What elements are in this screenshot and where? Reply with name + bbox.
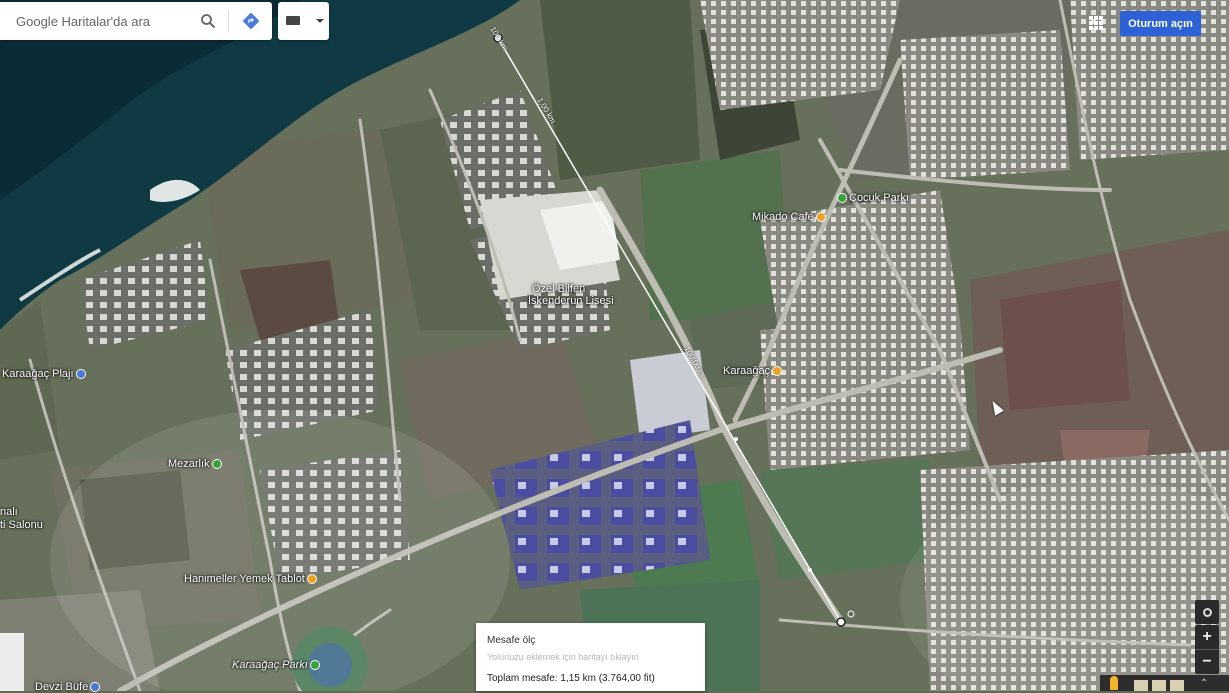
place-cocuk-parki[interactable]: Çocuk Parkı xyxy=(835,192,909,204)
side-panel-edge[interactable] xyxy=(0,633,24,691)
measure-distance-panel: Mesafe ölç Yolunuzu eklemek için haritay… xyxy=(476,623,705,691)
restaurant-icon xyxy=(306,574,317,585)
search-icon[interactable] xyxy=(200,13,216,29)
imagery-thumbnail[interactable] xyxy=(1134,680,1148,691)
measure-hint: Yolunuzu eklemek için haritayı tıklayın xyxy=(487,652,639,662)
place-karaagac-plaji[interactable]: Karaağaç Plajı xyxy=(2,368,88,380)
expand-icon[interactable]: ⌃ xyxy=(1200,678,1208,689)
apps-grid-icon[interactable] xyxy=(1089,16,1103,30)
directions-icon[interactable] xyxy=(242,12,260,30)
place-salonu[interactable]: nalı ti Salonu xyxy=(0,506,43,532)
location-icon xyxy=(1202,607,1212,617)
place-devzi-bufe[interactable]: Devzi Büfe xyxy=(35,681,102,693)
measure-total-distance: Toplam mesafe: 1,15 km (3.764,00 fit) xyxy=(487,673,655,684)
park-icon xyxy=(309,660,320,671)
place-mezarlik[interactable]: Mezarlık xyxy=(168,458,224,470)
search-input[interactable] xyxy=(14,12,188,30)
search-divider xyxy=(228,10,229,32)
keyboard-button[interactable] xyxy=(278,2,329,40)
satellite-map[interactable] xyxy=(0,0,1229,691)
beach-icon xyxy=(75,369,86,380)
measure-title: Mesafe ölç xyxy=(487,635,536,646)
search-box xyxy=(0,2,272,40)
keyboard-icon xyxy=(286,16,300,25)
place-ozel-bilfen[interactable]: Özel Bilfen İskenderun Lisesi xyxy=(528,283,614,307)
pegman-icon[interactable] xyxy=(1110,676,1118,690)
measure-mid-point[interactable] xyxy=(734,437,738,441)
chevron-down-icon[interactable] xyxy=(316,19,324,23)
imagery-thumbnail[interactable] xyxy=(1170,680,1184,691)
place-hanimeller[interactable]: Hanimeller Yemek Tablot xyxy=(184,573,319,585)
zoom-in-button[interactable]: + xyxy=(1195,625,1219,650)
my-location-button[interactable] xyxy=(1195,600,1219,624)
cemetery-icon xyxy=(211,459,222,470)
restaurant-icon xyxy=(772,366,783,377)
measure-mid-point[interactable] xyxy=(808,568,812,572)
place-karaagac[interactable]: Karaağaç xyxy=(723,365,784,377)
place-mikado-cafe[interactable]: Mikado Cafe xyxy=(752,211,828,223)
imagery-thumbnail[interactable] xyxy=(1152,680,1166,691)
map-controls: + − xyxy=(1195,600,1219,674)
signin-button[interactable]: Oturum açın xyxy=(1120,11,1201,36)
zoom-out-button[interactable]: − xyxy=(1195,650,1219,674)
place-karaagac-parki[interactable]: Karaağaç Parkı xyxy=(232,659,322,671)
park-icon xyxy=(837,193,847,204)
measure-end-point[interactable] xyxy=(836,617,846,627)
cafe-icon xyxy=(815,212,826,223)
